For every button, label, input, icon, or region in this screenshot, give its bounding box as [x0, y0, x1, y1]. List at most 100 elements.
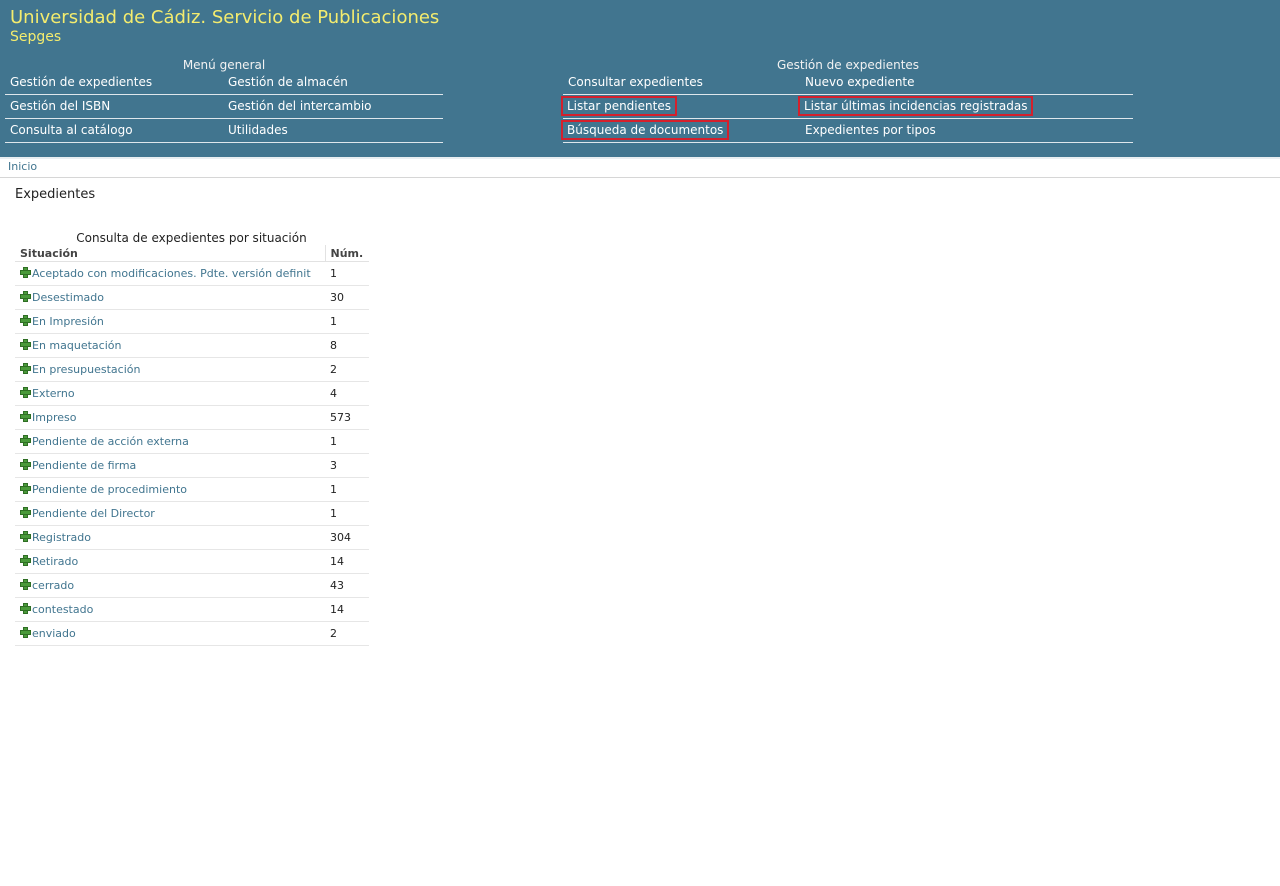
count-cell: 43	[325, 573, 369, 598]
menu-expedientes-por-tipos[interactable]: Expedientes por tipos	[805, 122, 936, 138]
count-cell: 1	[325, 429, 369, 454]
situacion-link[interactable]: Desestimado	[32, 291, 104, 304]
situacion-link[interactable]: Pendiente de acción externa	[32, 435, 189, 448]
count-cell: 14	[325, 549, 369, 574]
situacion-link[interactable]: Aceptado con modificaciones. Pdte. versi…	[32, 267, 311, 280]
expand-plus-icon[interactable]	[20, 483, 31, 494]
table-row: En Impresión 1	[15, 309, 369, 334]
count-cell: 30	[325, 285, 369, 310]
situacion-link[interactable]: enviado	[32, 627, 76, 640]
menu-listar-incidencias[interactable]: Listar últimas incidencias registradas	[797, 96, 1034, 116]
situacion-link[interactable]: Externo	[32, 387, 75, 400]
situacion-link[interactable]: Pendiente de firma	[32, 459, 136, 472]
menu-nuevo-expediente[interactable]: Nuevo expediente	[805, 74, 915, 90]
expand-plus-icon[interactable]	[20, 387, 31, 398]
situacion-link[interactable]: Impreso	[32, 411, 76, 424]
expand-plus-icon[interactable]	[20, 411, 31, 422]
expand-plus-icon[interactable]	[20, 627, 31, 638]
table-row: Pendiente de procedimiento 1	[15, 477, 369, 502]
situacion-cell: Desestimado	[15, 285, 325, 310]
situacion-cell: Retirado	[15, 549, 325, 574]
table-row: En maquetación 8	[15, 333, 369, 358]
situacion-link[interactable]: Pendiente de procedimiento	[32, 483, 187, 496]
count-cell: 1	[325, 309, 369, 334]
header-separator	[0, 157, 1280, 159]
expand-plus-icon[interactable]	[20, 507, 31, 518]
situacion-cell: Aceptado con modificaciones. Pdte. versi…	[15, 261, 325, 286]
menu-gestion-expedientes[interactable]: Gestión de expedientes	[10, 74, 152, 90]
table-row: En presupuestación 2	[15, 357, 369, 382]
situacion-link[interactable]: contestado	[32, 603, 93, 616]
menu-general-row-2: Gestión del ISBN Gestión del intercambio	[5, 95, 443, 119]
menu-general-row-3: Consulta al catálogo Utilidades	[5, 119, 443, 143]
situacion-link[interactable]: En maquetación	[32, 339, 121, 352]
count-cell: 1	[325, 261, 369, 286]
breadcrumb-divider	[0, 177, 1280, 178]
count-cell: 3	[325, 453, 369, 478]
situacion-cell: Impreso	[15, 405, 325, 430]
count-cell: 8	[325, 333, 369, 358]
breadcrumb-inicio[interactable]: Inicio	[8, 161, 37, 173]
menu-utilidades[interactable]: Utilidades	[228, 122, 288, 138]
count-cell: 4	[325, 381, 369, 406]
expand-plus-icon[interactable]	[20, 531, 31, 542]
situacion-link[interactable]: Registrado	[32, 531, 91, 544]
expand-plus-icon[interactable]	[20, 339, 31, 350]
menu-gestion-almacen[interactable]: Gestión de almacén	[228, 74, 348, 90]
table-row: Impreso 573	[15, 405, 369, 430]
menu-expedientes-title: Gestión de expedientes	[776, 58, 920, 72]
expand-plus-icon[interactable]	[20, 291, 31, 302]
table-row: Registrado 304	[15, 525, 369, 550]
header-bar: Universidad de Cádiz. Servicio de Public…	[0, 0, 1280, 157]
situacion-link[interactable]: Pendiente del Director	[32, 507, 155, 520]
expand-plus-icon[interactable]	[20, 555, 31, 566]
expand-plus-icon[interactable]	[20, 435, 31, 446]
situacion-link[interactable]: En presupuestación	[32, 363, 140, 376]
count-cell: 2	[325, 621, 369, 646]
expand-plus-icon[interactable]	[20, 315, 31, 326]
count-cell: 1	[325, 477, 369, 502]
expand-plus-icon[interactable]	[20, 579, 31, 590]
menu-consultar-expedientes[interactable]: Consultar expedientes	[568, 74, 703, 90]
menu-expedientes-row-1: Consultar expedientes Nuevo expediente	[563, 71, 1133, 95]
menu-listar-pendientes[interactable]: Listar pendientes	[561, 96, 677, 116]
situacion-cell: En maquetación	[15, 333, 325, 358]
situacion-cell: En presupuestación	[15, 357, 325, 382]
situacion-link[interactable]: En Impresión	[32, 315, 104, 328]
situacion-cell: Pendiente de procedimiento	[15, 477, 325, 502]
page-title: Expedientes	[15, 187, 96, 202]
table-row: Desestimado 30	[15, 285, 369, 310]
expand-plus-icon[interactable]	[20, 603, 31, 614]
situacion-cell: Pendiente de acción externa	[15, 429, 325, 454]
menu-consulta-catalogo[interactable]: Consulta al catálogo	[10, 122, 133, 138]
menu-gestion-isbn[interactable]: Gestión del ISBN	[10, 98, 110, 114]
menu-general-row-1: Gestión de expedientes Gestión de almacé…	[5, 71, 443, 95]
table-row: cerrado 43	[15, 573, 369, 598]
count-cell: 14	[325, 597, 369, 622]
table-row: Retirado 14	[15, 549, 369, 574]
table-row: Aceptado con modificaciones. Pdte. versi…	[15, 261, 369, 286]
situacion-cell: Pendiente de firma	[15, 453, 325, 478]
menu-gestion-intercambio[interactable]: Gestión del intercambio	[228, 98, 372, 114]
count-cell: 304	[325, 525, 369, 550]
table-row: enviado 2	[15, 621, 369, 646]
situacion-cell: Registrado	[15, 525, 325, 550]
table-caption: Consulta de expedientes por situación	[76, 231, 307, 245]
menu-expedientes-row-2: Listar pendientes Listar últimas inciden…	[561, 95, 1133, 119]
table-header-row: Situación Núm.	[15, 245, 369, 262]
count-cell: 2	[325, 357, 369, 382]
menu-expedientes-row-3: Búsqueda de documentos Expedientes por t…	[560, 119, 1133, 143]
header-situacion: Situación	[15, 245, 325, 262]
expand-plus-icon[interactable]	[20, 363, 31, 374]
situacion-link[interactable]: cerrado	[32, 579, 74, 592]
situacion-cell: contestado	[15, 597, 325, 622]
app-title: Universidad de Cádiz. Servicio de Public…	[10, 7, 440, 28]
app-subtitle: Sepges	[10, 29, 62, 45]
expand-plus-icon[interactable]	[20, 267, 31, 278]
situacion-link[interactable]: Retirado	[32, 555, 78, 568]
table-row: Pendiente de acción externa 1	[15, 429, 369, 454]
menu-busqueda-documentos[interactable]: Búsqueda de documentos	[560, 120, 730, 140]
expand-plus-icon[interactable]	[20, 459, 31, 470]
situacion-cell: En Impresión	[15, 309, 325, 334]
situacion-cell: enviado	[15, 621, 325, 646]
